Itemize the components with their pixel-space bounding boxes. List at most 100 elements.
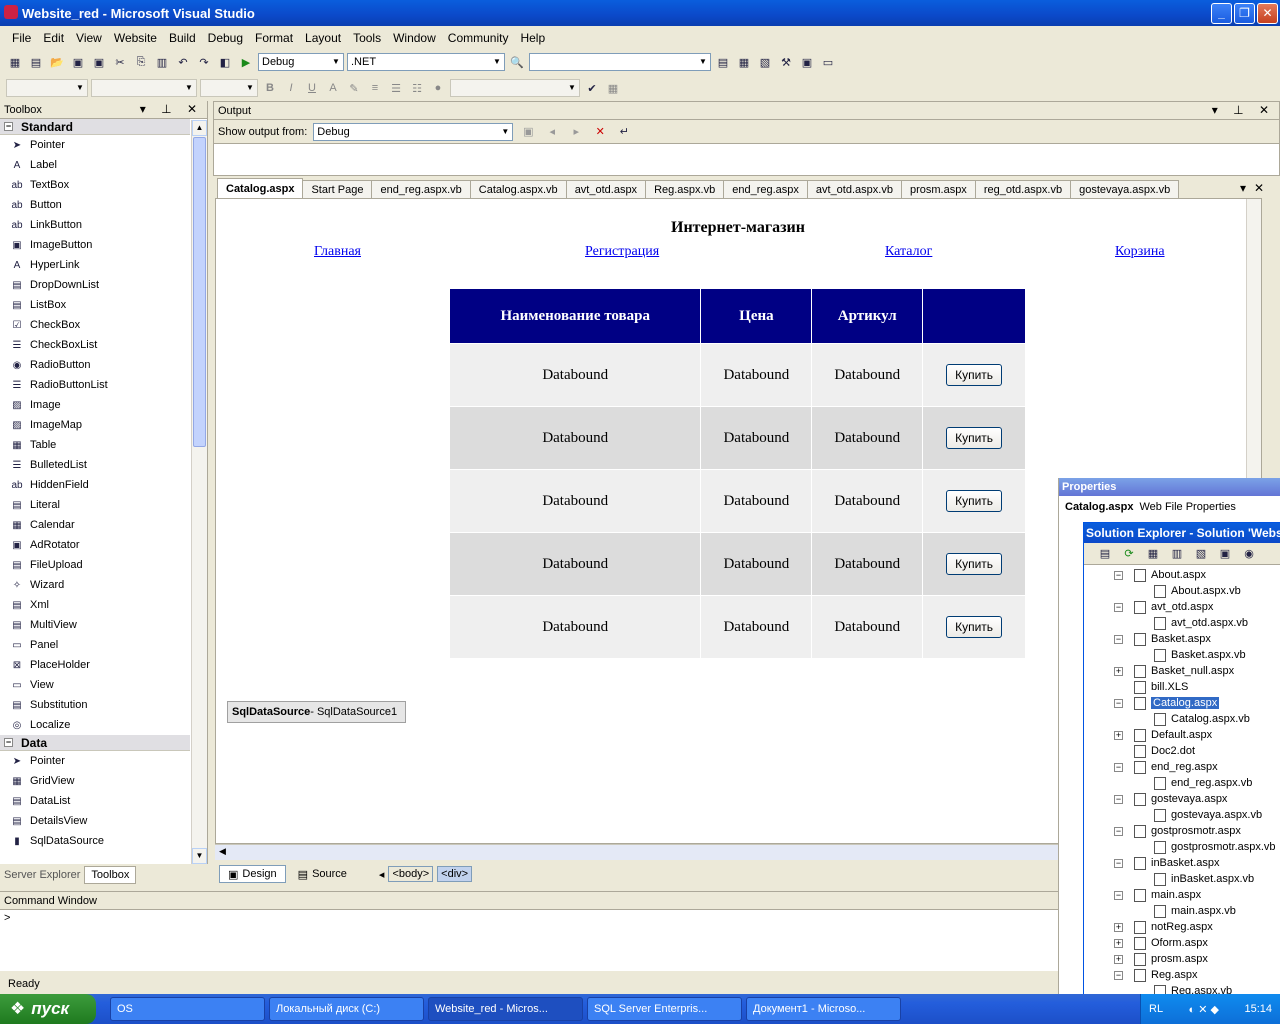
- doc-tab[interactable]: end_reg.aspx: [723, 180, 808, 198]
- solution-tree-item[interactable]: + Basket_null.aspx: [1084, 663, 1280, 679]
- solution-config-select[interactable]: Debug ▼: [258, 53, 344, 71]
- task-local-disk[interactable]: Локальный диск (C:): [269, 997, 424, 1021]
- toolbox-item-imagemap[interactable]: ▨ ImageMap: [0, 415, 190, 435]
- toolbox-item-button[interactable]: ab Button: [0, 195, 190, 215]
- toolbox-item-radiobutton[interactable]: ◉ RadioButton: [0, 355, 190, 375]
- solution-tree-item[interactable]: − Basket.aspx: [1084, 631, 1280, 647]
- view-designer-icon[interactable]: ▧: [1192, 545, 1210, 563]
- solution-tree-item[interactable]: − end_reg.aspx: [1084, 759, 1280, 775]
- tab-toolbox[interactable]: Toolbox: [84, 866, 137, 884]
- tag-nav-left-icon[interactable]: ◂: [379, 868, 385, 881]
- nav-link-catalog[interactable]: Каталог: [885, 244, 932, 260]
- collapse-icon[interactable]: −: [1114, 698, 1123, 708]
- menu-help[interactable]: Help: [514, 31, 551, 45]
- properties-icon[interactable]: ▦: [735, 53, 753, 71]
- doctab-buttons[interactable]: ▾✕: [1240, 181, 1272, 195]
- hyperlink-icon[interactable]: ●: [429, 79, 447, 97]
- expand-icon[interactable]: +: [1114, 730, 1123, 740]
- doc-tab[interactable]: Catalog.aspx: [217, 178, 304, 198]
- asp-config-icon[interactable]: ◉: [1240, 545, 1258, 563]
- view-code-icon[interactable]: ▥: [1168, 545, 1186, 563]
- menu-website[interactable]: Website: [108, 31, 163, 45]
- output-source-select[interactable]: Debug ▼: [313, 122, 514, 141]
- solution-tree-item[interactable]: − inBasket.aspx: [1084, 855, 1280, 871]
- buy-button[interactable]: Купить: [946, 490, 1003, 512]
- toolbox-item-textbox[interactable]: ab TextBox: [0, 175, 190, 195]
- next-message-icon[interactable]: ▸: [567, 123, 585, 141]
- toolbox-item-calendar[interactable]: ▦ Calendar: [0, 515, 190, 535]
- toolbox-item-pointer[interactable]: ➤ Pointer: [0, 135, 190, 155]
- properties-icon[interactable]: ▤: [1096, 545, 1114, 563]
- align-icon[interactable]: ≡: [366, 79, 384, 97]
- tag-div[interactable]: <div>: [437, 866, 473, 882]
- word-wrap-icon[interactable]: ↵: [615, 123, 633, 141]
- collapse-icon[interactable]: −: [1114, 826, 1123, 836]
- source-view-button[interactable]: ▤ Source: [290, 865, 355, 883]
- toolbox-item-multiview[interactable]: ▤ MultiView: [0, 615, 190, 635]
- nav-link-register[interactable]: Регистрация: [585, 244, 659, 260]
- expand-icon[interactable]: +: [1114, 938, 1123, 948]
- minimize-button[interactable]: _: [1211, 3, 1232, 24]
- toolbox-item-xml[interactable]: ▤ Xml: [0, 595, 190, 615]
- task-os[interactable]: OS: [110, 997, 265, 1021]
- menu-layout[interactable]: Layout: [299, 31, 347, 45]
- language-indicator[interactable]: RL: [1149, 1003, 1163, 1015]
- scroll-up-icon[interactable]: ▲: [192, 120, 207, 136]
- object-browser-icon[interactable]: ▧: [756, 53, 774, 71]
- toolbox-item-bulletedlist[interactable]: ☰ BulletedList: [0, 455, 190, 475]
- solution-tree-item[interactable]: avt_otd.aspx.vb: [1084, 615, 1280, 631]
- solution-tree-item[interactable]: + notReg.aspx: [1084, 919, 1280, 935]
- menu-file[interactable]: File: [6, 31, 37, 45]
- toolbox-group-data[interactable]: − Data: [0, 735, 190, 751]
- maximize-button[interactable]: ❐: [1234, 3, 1255, 24]
- toolbox-item-imagebutton[interactable]: ▣ ImageButton: [0, 235, 190, 255]
- collapse-icon[interactable]: −: [1114, 858, 1123, 868]
- toolbox-item-view[interactable]: ▭ View: [0, 675, 190, 695]
- font-name-select[interactable]: ▼: [91, 79, 197, 97]
- tray-icons[interactable]: ◐ ✕ ◆: [1189, 1003, 1219, 1016]
- toolbox-icon[interactable]: ⚒: [777, 53, 795, 71]
- command-window-icon[interactable]: ▭: [819, 53, 837, 71]
- toolbox-group-standard[interactable]: − Standard: [0, 119, 190, 135]
- refresh-icon[interactable]: ⟳: [1120, 545, 1138, 563]
- solution-tree-item[interactable]: + prosm.aspx: [1084, 951, 1280, 967]
- find-in-files-icon[interactable]: 🔍: [508, 53, 526, 71]
- solution-tree-item[interactable]: − Reg.aspx: [1084, 967, 1280, 983]
- menu-edit[interactable]: Edit: [37, 31, 70, 45]
- solution-tree-item[interactable]: Doc2.dot: [1084, 743, 1280, 759]
- solution-tree-item[interactable]: About.aspx.vb: [1084, 583, 1280, 599]
- doc-tab[interactable]: Catalog.aspx.vb: [469, 180, 567, 198]
- solution-tree-item[interactable]: − main.aspx: [1084, 887, 1280, 903]
- save-icon[interactable]: ▣: [69, 53, 87, 71]
- solution-tree-item[interactable]: gostprosmotr.aspx.vb: [1084, 839, 1280, 855]
- toolbox-item-literal[interactable]: ▤ Literal: [0, 495, 190, 515]
- doc-tab[interactable]: avt_otd.aspx.vb: [806, 180, 902, 198]
- collapse-icon[interactable]: −: [1114, 890, 1123, 900]
- collapse-icon[interactable]: −: [1114, 602, 1123, 612]
- toolbox-item-dropdownlist[interactable]: ▤ DropDownList: [0, 275, 190, 295]
- tab-server-explorer[interactable]: Server Explorer: [0, 869, 84, 881]
- cut-icon[interactable]: ✂: [111, 53, 129, 71]
- task-visual-studio[interactable]: Website_red - Micros...: [428, 997, 583, 1021]
- design-view-button[interactable]: ▣ Design: [219, 865, 286, 883]
- solution-tree-item[interactable]: − gostevaya.aspx: [1084, 791, 1280, 807]
- goto-line-icon[interactable]: ▣: [519, 123, 537, 141]
- toolbox-item-image[interactable]: ▨ Image: [0, 395, 190, 415]
- prev-message-icon[interactable]: ◂: [543, 123, 561, 141]
- toolbox-item-gridview[interactable]: ▦ GridView: [0, 771, 190, 791]
- toolbox-item-sqldatasource[interactable]: ▮ SqlDataSource: [0, 831, 190, 851]
- solution-tree-item[interactable]: − avt_otd.aspx: [1084, 599, 1280, 615]
- buy-button[interactable]: Купить: [946, 364, 1003, 386]
- save-all-icon[interactable]: ▣: [90, 53, 108, 71]
- toolbox-item-listbox[interactable]: ▤ ListBox: [0, 295, 190, 315]
- panel-buttons[interactable]: ▾ ⊥ ✕: [1212, 103, 1275, 117]
- collapse-icon[interactable]: −: [1114, 570, 1123, 580]
- copy-icon[interactable]: ⎘: [132, 53, 150, 71]
- solution-tree-item[interactable]: Catalog.aspx.vb: [1084, 711, 1280, 727]
- solution-tree-item[interactable]: main.aspx.vb: [1084, 903, 1280, 919]
- doc-tab[interactable]: Reg.aspx.vb: [645, 180, 725, 198]
- doc-tab[interactable]: end_reg.aspx.vb: [371, 180, 471, 198]
- toolbox-item-checkboxlist[interactable]: ☰ CheckBoxList: [0, 335, 190, 355]
- toolbox-item-linkbutton[interactable]: ab LinkButton: [0, 215, 190, 235]
- platform-select[interactable]: .NET ▼: [347, 53, 505, 71]
